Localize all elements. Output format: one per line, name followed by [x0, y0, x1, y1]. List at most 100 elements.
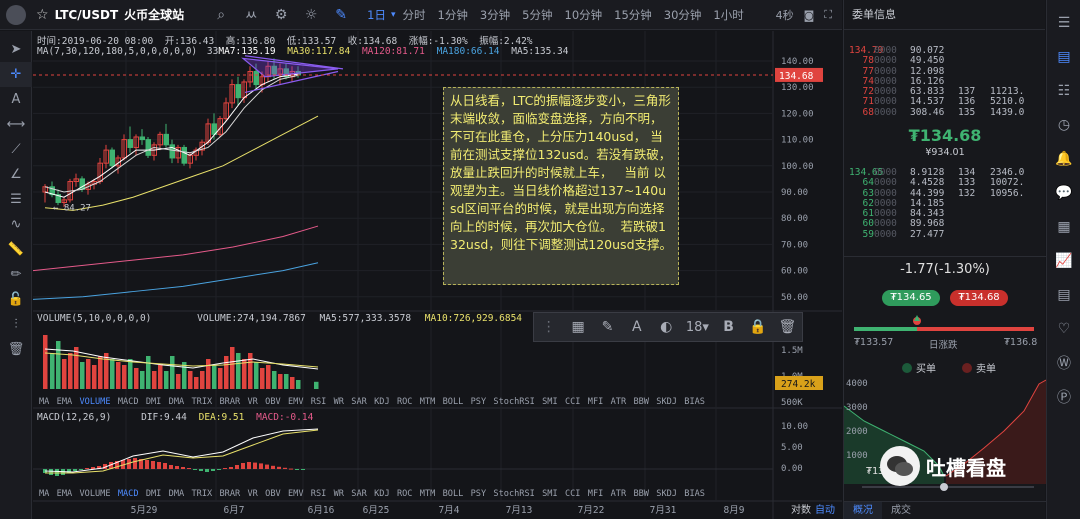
timeframe-1d[interactable]: 1日	[362, 7, 391, 23]
indicator-tab-brar[interactable]: BRAR	[219, 397, 240, 407]
indicator-tab-rsi[interactable]: RSI	[311, 489, 327, 499]
fibonacci-icon[interactable]: ☰	[0, 187, 32, 212]
indicator-tab-emv[interactable]: EMV	[288, 489, 304, 499]
pair-name[interactable]: LTC/USDT	[55, 8, 119, 22]
indicator-tab-cci[interactable]: CCI	[565, 397, 581, 407]
timeframe-1h[interactable]: 1小时	[708, 7, 748, 23]
indicator-tab-roc[interactable]: ROC	[397, 397, 413, 407]
indicator-tab-ma[interactable]: MA	[39, 397, 49, 407]
timeframe-30m[interactable]: 30分钟	[659, 7, 707, 23]
heart-icon[interactable]: ♡	[1047, 312, 1080, 346]
list-icon[interactable]: ☷	[1047, 74, 1080, 108]
indicator-tab-ema[interactable]: EMA	[57, 489, 73, 499]
indicator-tab-volume[interactable]: VOLUME	[79, 489, 110, 499]
annotation-note[interactable]: 从日线看，LTC的振幅逐步变小，三角形末端收敛，面临变盘选择，方向不明，不可在此…	[443, 87, 679, 285]
indicator-tab-bbw[interactable]: BBW	[633, 489, 649, 499]
indicator-tab-emv[interactable]: EMV	[288, 397, 304, 407]
indicator-tab-atr[interactable]: ATR	[611, 489, 627, 499]
bid-price-pill[interactable]: ₮134.65	[882, 290, 940, 306]
angle-tool-icon[interactable]: ∠	[0, 162, 32, 187]
indicator-tab-skdj[interactable]: SKDJ	[656, 397, 677, 407]
refresh-interval[interactable]: 4秒	[776, 7, 794, 23]
indicator-tab-mfi[interactable]: MFI	[588, 489, 604, 499]
crosshair-icon[interactable]: ✛	[0, 62, 32, 87]
indicator-tab-psy[interactable]: PSY	[471, 397, 487, 407]
drag-handle-icon[interactable]: ⋮	[534, 319, 563, 335]
indicator-icon[interactable]: ㅆ	[236, 5, 266, 25]
brush-icon[interactable]: ✏	[0, 262, 32, 287]
cursor-arrow-icon[interactable]: ➤	[0, 37, 32, 62]
ask-price-pill[interactable]: ₮134.68	[950, 290, 1008, 306]
favorite-star-icon[interactable]: ☆	[36, 7, 49, 23]
timeframe-5m[interactable]: 5分钟	[517, 7, 557, 23]
indicator-tab-psy[interactable]: PSY	[471, 489, 487, 499]
camera-icon[interactable]: ◙	[804, 9, 815, 22]
indicator-tab-ema[interactable]: EMA	[57, 397, 73, 407]
tab-overview[interactable]: 概况	[844, 502, 882, 519]
indicator-tab-wr[interactable]: WR	[334, 397, 344, 407]
indicator-tab-obv[interactable]: OBV	[265, 489, 281, 499]
fill-icon[interactable]: ◐	[652, 319, 681, 335]
indicator-tab-stochrsi[interactable]: StochRSI	[493, 489, 534, 499]
indicator-tab-skdj[interactable]: SKDJ	[656, 489, 677, 499]
theme-sun-icon[interactable]: ☼	[296, 7, 326, 23]
timeframe-3m[interactable]: 3分钟	[475, 7, 515, 23]
calculator-icon[interactable]: ▦	[1047, 210, 1080, 244]
indicator-tab-volume[interactable]: VOLUME	[79, 397, 110, 407]
timeframe-line[interactable]: 分时	[398, 7, 431, 23]
orderbook-icon[interactable]: ▤	[1047, 40, 1080, 74]
indicator-tab-mfi[interactable]: MFI	[588, 397, 604, 407]
clock-icon[interactable]: ◷	[1047, 108, 1080, 142]
trend-line-icon[interactable]: ⟋	[0, 137, 32, 162]
horizontal-line-icon[interactable]: ⟷	[0, 112, 32, 137]
indicator-tab-vr[interactable]: VR	[247, 489, 257, 499]
text-tool-icon[interactable]: A	[0, 87, 32, 112]
indicator-tab-atr[interactable]: ATR	[611, 397, 627, 407]
bold-icon[interactable]: B	[714, 319, 743, 335]
chat-icon[interactable]: 💬	[1047, 176, 1080, 210]
tab-trades[interactable]: 成交	[882, 502, 920, 519]
grid-icon[interactable]: ▦	[563, 319, 592, 335]
indicator-tab-smi[interactable]: SMI	[542, 397, 558, 407]
indicator-tab-obv[interactable]: OBV	[265, 397, 281, 407]
timeframe-10m[interactable]: 10分钟	[560, 7, 608, 23]
chart-area[interactable]: 140.00 130.00 120.00 110.00 100.00 90.00 80.00…	[32, 31, 842, 519]
indicator-tab-bias[interactable]: BIAS	[684, 489, 705, 499]
font-icon[interactable]: A	[622, 319, 651, 335]
indicator-tab-stochrsi[interactable]: StochRSI	[493, 397, 534, 407]
font-size-select[interactable]: 18▾	[681, 320, 714, 335]
chevron-down-icon[interactable]: ▾	[391, 10, 396, 20]
indicator-tab-boll[interactable]: BOLL	[443, 397, 464, 407]
indicator-tab-dma[interactable]: DMA	[169, 397, 185, 407]
indicator-tab-smi[interactable]: SMI	[542, 489, 558, 499]
indicator-tab-vr[interactable]: VR	[247, 397, 257, 407]
chart-canvas[interactable]: 140.00 130.00 120.00 110.00 100.00 90.00 80.00…	[32, 31, 842, 519]
show-hide-icon[interactable]: ⫶	[0, 312, 32, 337]
orderbook-row[interactable]: 59 0000 27.477	[844, 229, 1046, 240]
indicator-tab-cci[interactable]: CCI	[565, 489, 581, 499]
ruler-icon[interactable]: 📏	[0, 237, 32, 262]
indicator-tab-bias[interactable]: BIAS	[684, 397, 705, 407]
delete-icon[interactable]: 🗑	[773, 319, 802, 335]
indicator-tab-macd[interactable]: MACD	[118, 397, 139, 407]
draw-pen-icon[interactable]: ✎	[326, 7, 356, 23]
fullscreen-icon[interactable]: ⛶	[824, 8, 832, 22]
exchange-name[interactable]: 火币全球站	[124, 6, 184, 23]
indicator-tab-wr[interactable]: WR	[334, 489, 344, 499]
indicator-tab-mtm[interactable]: MTM	[420, 489, 436, 499]
lock-icon[interactable]: 🔒	[743, 319, 772, 335]
menu-icon[interactable]: ☰	[1047, 6, 1080, 40]
timeframe-15m[interactable]: 15分钟	[609, 7, 657, 23]
indicator-tab-dmi[interactable]: DMI	[146, 489, 162, 499]
wave-tool-icon[interactable]: ∿	[0, 212, 32, 237]
bell-icon[interactable]: 🔔	[1047, 142, 1080, 176]
indicator-tab-kdj[interactable]: KDJ	[374, 397, 390, 407]
indicator-tab-dmi[interactable]: DMI	[146, 397, 162, 407]
trash-icon[interactable]: 🗑	[0, 337, 32, 362]
indicator-tab-sar[interactable]: SAR	[351, 397, 367, 407]
indicator-tab-roc[interactable]: ROC	[397, 489, 413, 499]
pen-icon[interactable]: ✎	[593, 319, 622, 335]
indicator-tab-trix[interactable]: TRIX	[191, 489, 212, 499]
pro-icon[interactable]: Ⓟ	[1047, 380, 1080, 414]
indicator-tab-bbw[interactable]: BBW	[633, 397, 649, 407]
